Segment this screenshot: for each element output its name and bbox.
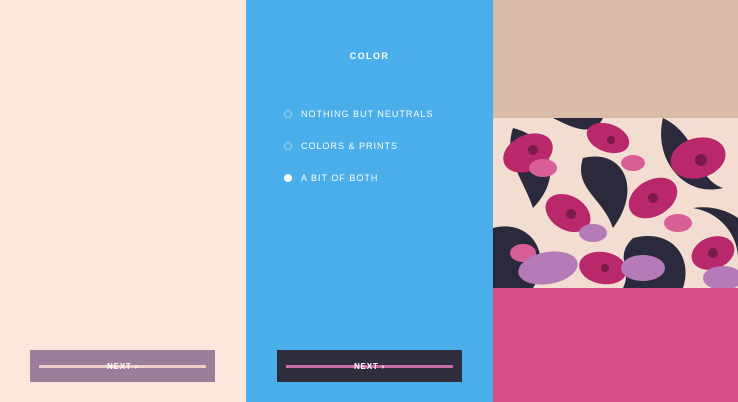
- color-question-panel: COLOR NOTHING BUT NEUTRALS COLORS & PRIN…: [246, 0, 493, 402]
- next-button[interactable]: NEXT ›: [277, 350, 462, 382]
- next-label: NEXT ›: [353, 361, 386, 371]
- radio-unchecked-icon[interactable]: [284, 110, 292, 118]
- floral-print-image: [493, 118, 738, 290]
- next-button-left[interactable]: NEXT ›: [30, 350, 215, 382]
- option-a-bit-of-both[interactable]: A BIT OF BOTH: [284, 173, 378, 183]
- radio-checked-icon[interactable]: [284, 174, 292, 182]
- next-label: NEXT ›: [106, 361, 139, 371]
- option-colors-and-prints[interactable]: COLORS & PRINTS: [284, 141, 398, 151]
- option-label: A BIT OF BOTH: [301, 173, 379, 183]
- radio-unchecked-icon[interactable]: [284, 142, 292, 150]
- option-label: COLORS & PRINTS: [301, 141, 399, 151]
- pink-swatch: [493, 288, 738, 402]
- question-title: COLOR: [349, 51, 390, 61]
- left-panel: NEXT ›: [0, 0, 246, 402]
- option-label: NOTHING BUT NEUTRALS: [301, 109, 434, 119]
- option-nothing-but-neutrals[interactable]: NOTHING BUT NEUTRALS: [284, 109, 433, 119]
- swatch-panel: [493, 0, 738, 402]
- floral-pattern: [493, 118, 738, 290]
